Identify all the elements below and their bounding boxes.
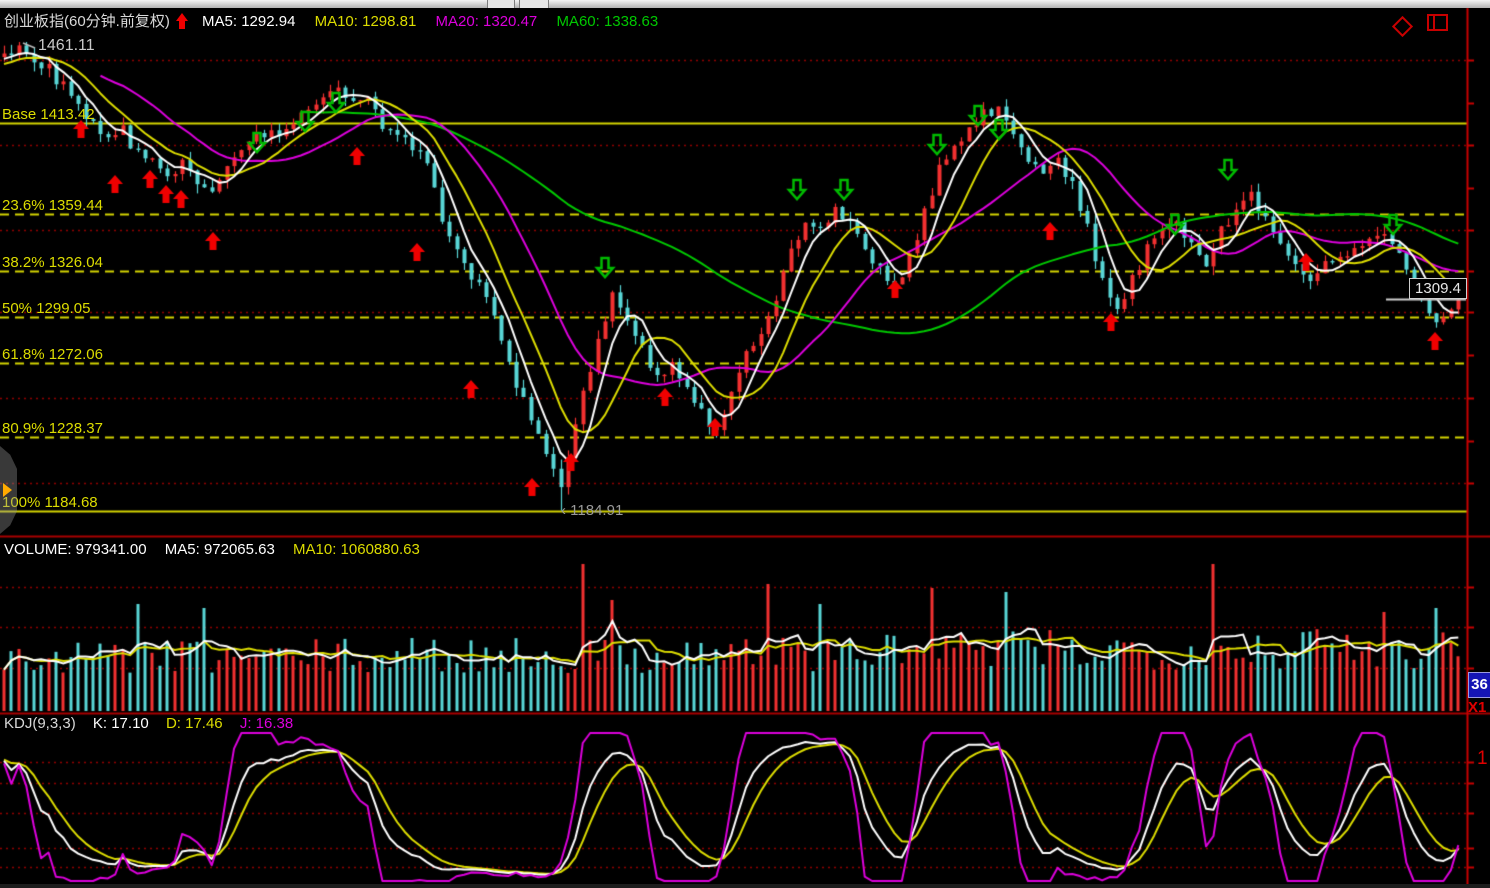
top-edge-tab — [487, 0, 515, 8]
multiplier-label: X1 — [1468, 699, 1486, 716]
low-label-arrow: ‹ — [561, 502, 566, 519]
chart-high-label: 1461.11 — [38, 37, 95, 55]
ma20-value: MA20: 1320.47 — [436, 13, 538, 30]
fib-level-label: 61.8% 1272.06 — [2, 346, 103, 363]
main-chart-header: 创业板指(60分钟.前复权) MA5: 1292.94 MA10: 1298.8… — [4, 10, 673, 31]
chart-low-label: ‹ 1184.91 — [561, 502, 623, 519]
ma10-value: MA10: 1298.81 — [315, 13, 417, 30]
fib-level-label: 50% 1299.05 — [2, 300, 90, 317]
kdj-panel-header: KDJ(9,3,3) K: 17.10 D: 17.46 J: 16.38 — [4, 715, 306, 732]
split-window-icon[interactable] — [1427, 14, 1448, 31]
kdj-k-value: K: 17.10 — [93, 715, 149, 732]
kdj-name: KDJ(9,3,3) — [4, 715, 76, 732]
fib-level-label: 38.2% 1326.04 — [2, 254, 103, 271]
fib-level-label: Base 1413.42 — [2, 106, 95, 123]
fib-level-label: 23.6% 1359.44 — [2, 197, 103, 214]
chart-header-icons — [1395, 14, 1448, 39]
volume-ma10-value: MA10: 1060880.63 — [293, 541, 420, 558]
kdj-scale-label: 1 — [1477, 748, 1488, 770]
top-edge-tab — [519, 0, 549, 8]
window-top-edge — [0, 0, 1490, 8]
fib-level-label: 80.9% 1228.37 — [2, 420, 103, 437]
buy-signal-arrow-icon — [176, 13, 189, 29]
volume-ma5-value: MA5: 972065.63 — [165, 541, 275, 558]
low-label-value: 1184.91 — [570, 502, 623, 519]
trading-app-window: 创业板指(60分钟.前复权) MA5: 1292.94 MA10: 1298.8… — [0, 0, 1490, 888]
volume-value: VOLUME: 979341.00 — [4, 541, 147, 558]
ma60-value: MA60: 1338.63 — [556, 13, 658, 30]
period-badge: 36 — [1468, 672, 1490, 698]
kdj-d-value: D: 17.46 — [166, 715, 223, 732]
chart-canvas[interactable] — [0, 0, 1490, 888]
last-price-tag: 1309.4 — [1409, 278, 1467, 299]
kdj-j-value: J: 16.38 — [240, 715, 293, 732]
diamond-icon[interactable] — [1392, 16, 1413, 37]
symbol-title: 创业板指(60分钟.前复权) — [4, 13, 170, 30]
scroll-right-arrow-icon — [3, 483, 12, 497]
window-bottom-edge — [0, 884, 1490, 888]
volume-panel-header: VOLUME: 979341.00 MA5: 972065.63 MA10: 1… — [4, 541, 434, 558]
ma5-value: MA5: 1292.94 — [202, 13, 295, 30]
